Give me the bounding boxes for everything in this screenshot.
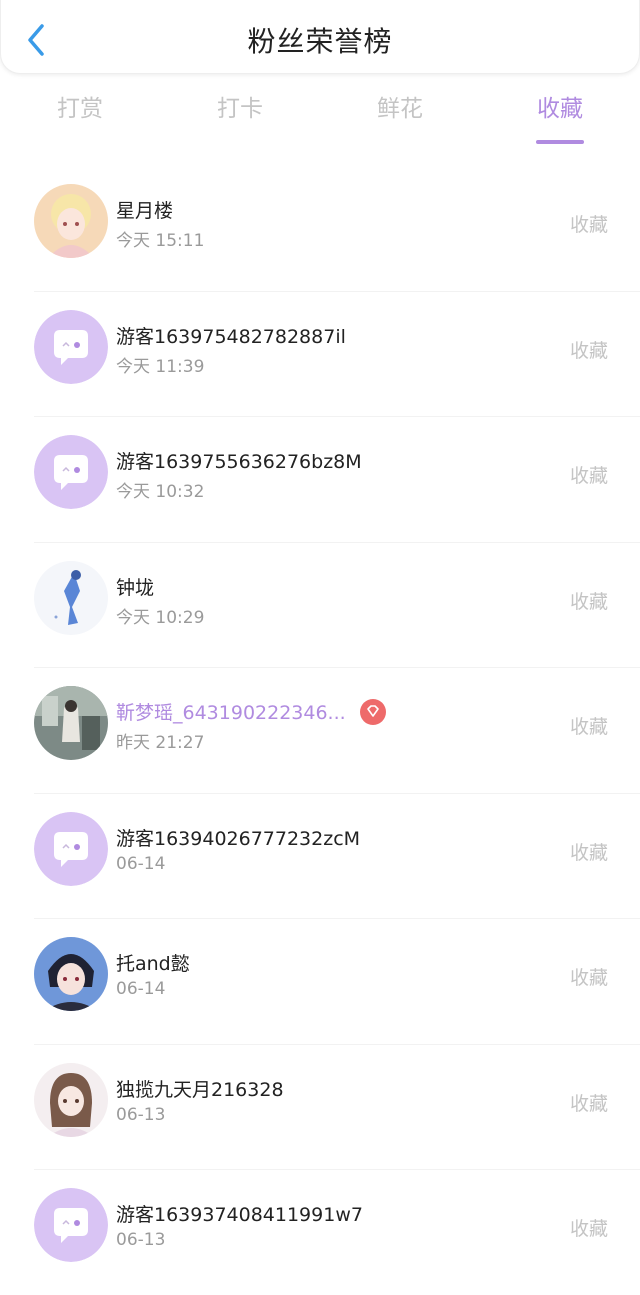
list-item[interactable]: 游客163975482782887il 今天 11:39 收藏	[34, 290, 640, 417]
user-name: 独揽九天月216328	[116, 1078, 284, 1101]
favorite-label: 收藏	[569, 465, 608, 487]
tab-flowers[interactable]: 鲜花	[320, 74, 480, 144]
tab-bar: 打赏 打卡 鲜花 收藏	[0, 74, 640, 144]
list-item[interactable]: 靳梦瑶_643190222346... 昨天 21:27 收藏	[34, 667, 640, 793]
favorite-label: 收藏	[569, 1092, 608, 1115]
favorite-label: 收藏	[569, 1218, 608, 1240]
chat-bubble-icon	[34, 1188, 108, 1262]
user-name: 游客163937408411991w7	[116, 1204, 363, 1226]
avatar[interactable]	[34, 1062, 108, 1137]
list-item[interactable]: 钟垅 今天 10:29 收藏	[34, 541, 640, 668]
tab-reward[interactable]: 打赏	[0, 74, 160, 144]
list-item[interactable]: 游客1639755636276bz8M 今天 10:32 收藏	[34, 416, 640, 542]
avatar[interactable]	[34, 184, 108, 258]
avatar[interactable]	[34, 1188, 108, 1262]
chat-bubble-icon	[34, 309, 108, 384]
favorite-label: 收藏	[569, 841, 608, 864]
chat-bubble-icon	[34, 435, 108, 509]
timestamp: 06-14	[116, 979, 166, 999]
user-name: 靳梦瑶_643190222346...	[116, 698, 386, 727]
user-name: 游客16394026777232zcM	[116, 827, 361, 850]
avatar[interactable]	[34, 560, 108, 635]
user-name: 钟垅	[116, 576, 155, 599]
favorite-label: 收藏	[569, 339, 608, 362]
user-name: 托and懿	[116, 953, 190, 975]
timestamp: 今天 11:39	[116, 356, 205, 377]
list-item[interactable]: 游客16394026777232zcM 06-14 收藏	[34, 792, 640, 919]
chat-bubble-icon	[34, 811, 108, 886]
list-item[interactable]: 游客163937408411991w7 06-13 收藏	[34, 1169, 640, 1295]
timestamp: 今天 15:11	[116, 231, 205, 251]
timestamp: 今天 10:32	[116, 482, 205, 502]
favorite-label: 收藏	[569, 967, 608, 989]
timestamp: 06-13	[116, 1104, 166, 1125]
timestamp: 今天 10:29	[116, 607, 205, 628]
top-bar: 粉丝荣誉榜	[0, 0, 640, 74]
favorite-label: 收藏	[569, 716, 608, 738]
avatar[interactable]	[34, 811, 108, 886]
tab-favorites[interactable]: 收藏	[480, 74, 640, 144]
avatar[interactable]	[34, 686, 108, 760]
timestamp: 昨天 21:27	[116, 733, 205, 753]
fan-list: 星月楼 今天 15:11 收藏 游客163975482782887il 今天 1…	[0, 166, 640, 1295]
favorite-label: 收藏	[569, 590, 608, 613]
timestamp: 06-13	[116, 1230, 166, 1250]
avatar[interactable]	[34, 937, 108, 1011]
timestamp: 06-14	[116, 853, 166, 874]
list-item[interactable]: 独揽九天月216328 06-13 收藏	[34, 1043, 640, 1170]
user-name: 游客163975482782887il	[116, 325, 346, 348]
list-item[interactable]: 星月楼 今天 15:11 收藏	[34, 166, 640, 291]
diamond-icon	[359, 698, 386, 725]
avatar[interactable]	[34, 309, 108, 384]
page-title: 粉丝荣誉榜	[247, 25, 393, 58]
user-name: 星月楼	[116, 200, 174, 222]
favorite-label: 收藏	[569, 214, 608, 236]
user-name: 游客1639755636276bz8M	[116, 451, 362, 473]
avatar[interactable]	[34, 435, 108, 509]
tab-checkin[interactable]: 打卡	[160, 74, 320, 144]
list-item[interactable]: 托and懿 06-14 收藏	[34, 918, 640, 1044]
user-name-text: 靳梦瑶_643190222346...	[116, 702, 346, 724]
